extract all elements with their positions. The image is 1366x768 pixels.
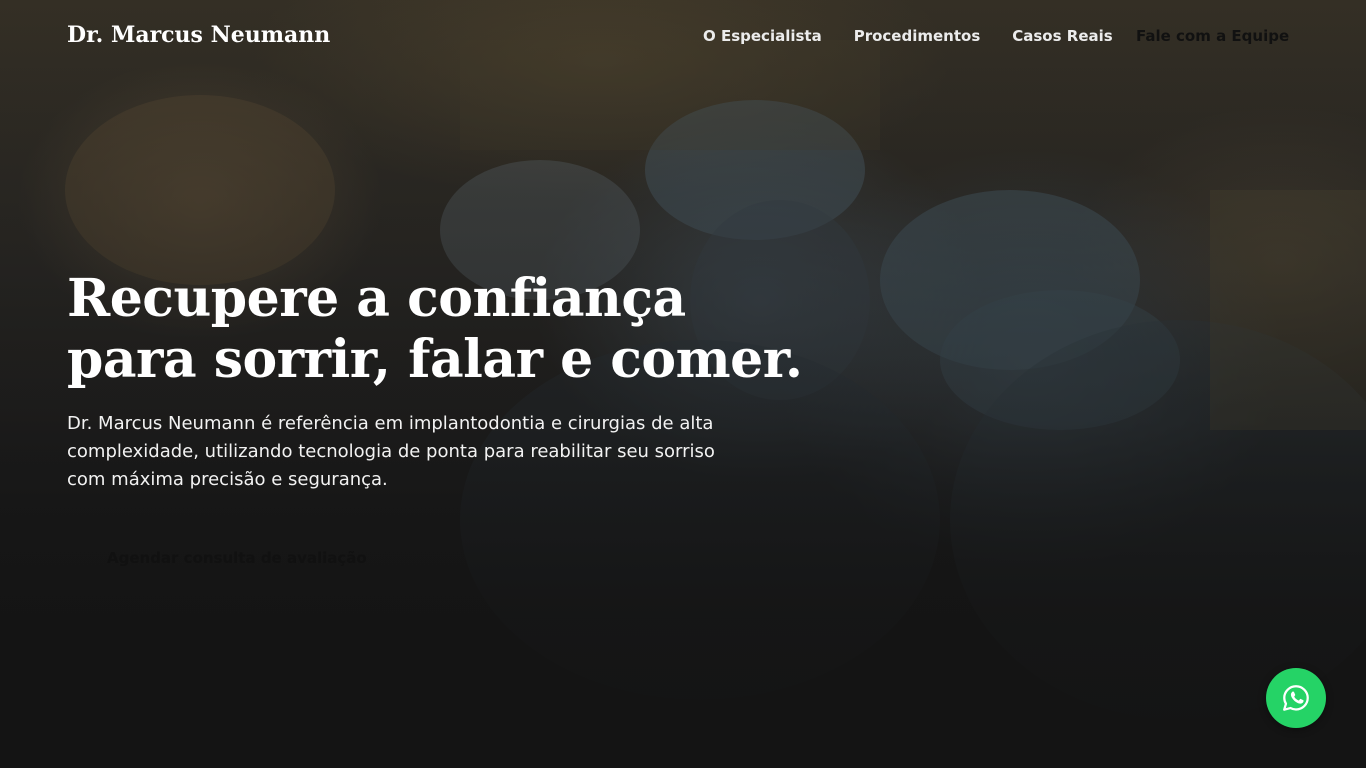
- schedule-consultation-label: Agendar consulta de avaliação: [107, 549, 367, 567]
- hero-headline: Recupere a confiança para sorrir, falar …: [67, 268, 803, 390]
- hero-description: Dr. Marcus Neumann é referência em impla…: [67, 413, 715, 490]
- hero-section: Dr. Marcus Neumann O Especialista Proced…: [0, 0, 1366, 768]
- hero-headline-line-1: Recupere a confiança: [67, 268, 686, 329]
- nav-link-casos-reais[interactable]: Casos Reais: [1012, 27, 1112, 45]
- whatsapp-button[interactable]: [1266, 668, 1326, 728]
- nav-links: O Especialista Procedimentos Casos Reais: [703, 27, 1113, 45]
- brand-logo[interactable]: Dr. Marcus Neumann: [67, 22, 330, 48]
- nav-link-procedimentos[interactable]: Procedimentos: [854, 27, 981, 45]
- nav-link-especialista[interactable]: O Especialista: [703, 27, 822, 45]
- hero-headline-line-2: para sorrir, falar e comer.: [67, 329, 803, 390]
- whatsapp-icon: [1283, 685, 1309, 711]
- contact-team-button[interactable]: Fale com a Equipe: [1136, 27, 1289, 45]
- top-navigation: Dr. Marcus Neumann O Especialista Proced…: [0, 0, 1366, 72]
- schedule-consultation-button[interactable]: Agendar consulta de avaliação: [67, 536, 387, 580]
